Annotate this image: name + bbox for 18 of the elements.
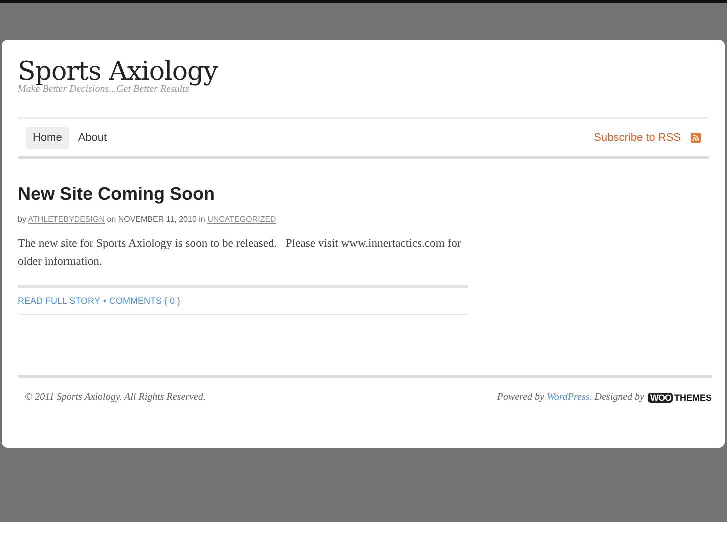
post-title[interactable]: New Site Coming Soon <box>18 183 216 205</box>
separator-dot: • <box>103 296 107 306</box>
wordpress-link[interactable]: WordPress. <box>546 392 592 403</box>
comments-link[interactable]: COMMENTS { 0 } <box>110 296 181 306</box>
woothemes-logo[interactable]: WOO THEMES <box>648 392 712 402</box>
copyright-text: © 2011 Sports Axiology. All Rights Reserved. <box>25 392 206 403</box>
post-body: The new site for Sports Axiology is soon to be released. Please visit www.innertactics.com for older information. <box>18 236 462 270</box>
author-link[interactable]: ATHLETEBYDESIGN <box>28 215 105 224</box>
credits-text: Powered by WordPress. Designed by <box>497 392 644 403</box>
post-meta: by ATHLETEBYDESIGN on NOVEMBER 11, 2010 in UNCATEGORIZED <box>18 215 276 224</box>
nav-tab[interactable]: About <box>71 126 114 148</box>
site-title[interactable]: Sports Axiology <box>18 60 218 85</box>
subscribe-link[interactable]: Subscribe to RSS <box>594 132 681 144</box>
nav-tab[interactable]: Home <box>26 126 70 148</box>
rss-icon[interactable] <box>691 132 701 142</box>
read-more-link[interactable]: READ FULL STORY <box>18 296 100 306</box>
site-tagline: Make Better Decisions...Get Better Results <box>18 85 190 95</box>
category-link[interactable]: UNCATEGORIZED <box>208 215 276 224</box>
